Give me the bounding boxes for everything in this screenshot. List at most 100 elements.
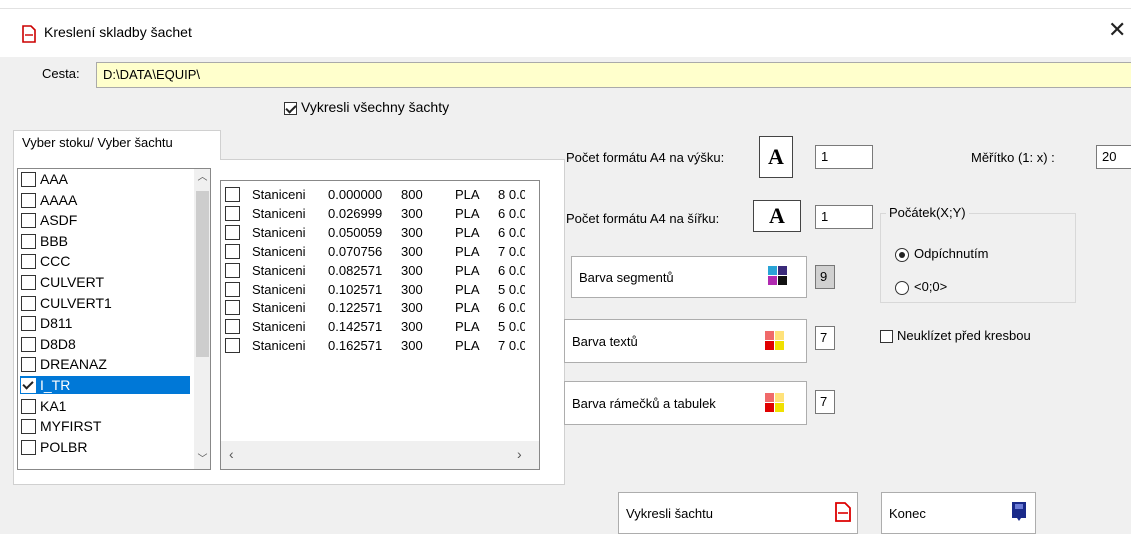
checkbox-icon[interactable] xyxy=(21,192,36,208)
checkbox-icon[interactable] xyxy=(284,101,297,115)
stoka-name: D811 xyxy=(40,315,73,332)
checkbox-icon[interactable] xyxy=(21,378,36,393)
checkbox-icon[interactable] xyxy=(225,205,240,221)
checkbox-icon[interactable] xyxy=(225,281,240,297)
end-button[interactable]: Konec xyxy=(881,492,1036,534)
stoka-list-item[interactable]: CULVERT1 xyxy=(20,294,190,312)
draw-shaft-button[interactable]: Vykresli šachtu xyxy=(618,492,858,534)
shaft-list-item[interactable]: Staniceni 0.102571 300 PLA 5 0.0 xyxy=(225,281,525,299)
checkbox-icon[interactable] xyxy=(21,213,36,229)
frame-color-button[interactable]: Barva rámečků a tabulek xyxy=(564,381,807,425)
stoka-name: D8D8 xyxy=(40,335,76,352)
stoka-list-item[interactable]: I_TR xyxy=(20,376,190,394)
a4-portrait-icon: A xyxy=(759,136,793,178)
stoka-list-item[interactable]: AAA xyxy=(20,170,190,188)
segment-color-button[interactable]: Barva segmentů xyxy=(571,256,807,298)
close-icon[interactable]: ✕ xyxy=(1108,18,1126,43)
checkbox-icon[interactable] xyxy=(21,439,36,455)
checkbox-icon[interactable] xyxy=(21,254,36,270)
text-color-value[interactable]: 7 xyxy=(815,326,835,350)
shaft-list-item[interactable]: Staniceni 0.070756 300 PLA 7 0.0 xyxy=(225,243,525,261)
shaft-cell: 300 xyxy=(401,243,423,259)
path-label: Cesta: xyxy=(42,66,80,81)
shaft-list-item[interactable]: Staniceni 0.162571 300 PLA 7 0.0 xyxy=(225,337,525,355)
shaft-cell: PLA xyxy=(455,205,480,221)
scale-input[interactable]: 20 xyxy=(1096,145,1131,169)
stoka-list-item[interactable]: ASDF xyxy=(20,211,190,229)
checkbox-icon[interactable] xyxy=(225,224,240,240)
stoka-list-item[interactable]: AAAA xyxy=(20,191,190,209)
tab-select-stoka[interactable]: Vyber stoku/ Vyber šachtu xyxy=(13,130,221,160)
shaft-cell: 0.070756 xyxy=(328,243,383,259)
checkbox-icon[interactable] xyxy=(880,330,893,344)
shaft-cell: 6 0.0 xyxy=(498,224,525,240)
shaft-list-item[interactable]: Staniceni 0.142571 300 PLA 5 0.0 xyxy=(225,318,525,336)
checkbox-icon[interactable] xyxy=(21,172,36,187)
shaft-cell: Staniceni xyxy=(252,205,306,221)
text-color-button[interactable]: Barva textů xyxy=(564,319,807,363)
stoka-name: BBB xyxy=(40,232,69,249)
shaft-list-item[interactable]: Staniceni 0.082571 300 PLA 6 0.0 xyxy=(225,262,525,280)
stoka-name: ASDF xyxy=(40,212,78,229)
origin-option-zero[interactable]: <0;0> xyxy=(895,279,947,295)
shaft-list-item[interactable]: Staniceni 0.050059 300 PLA 6 0.0 xyxy=(225,224,525,242)
shaft-cell: Staniceni xyxy=(252,187,306,202)
checkbox-icon[interactable] xyxy=(225,262,240,278)
stoka-name: CCC xyxy=(40,253,71,270)
stoka-name: I_TR xyxy=(40,377,71,393)
checkbox-icon[interactable] xyxy=(21,398,36,414)
checkbox-icon[interactable] xyxy=(225,319,240,335)
checkbox-icon[interactable] xyxy=(21,357,36,373)
shaft-cell: 0.000000 xyxy=(328,187,383,202)
radio-icon[interactable] xyxy=(895,247,909,262)
shaft-list[interactable]: Staniceni 0.000000 800 PLA 8 0.0 Staniceni 0.0… xyxy=(220,180,540,470)
checkbox-icon[interactable] xyxy=(21,233,36,249)
chevron-right-icon[interactable]: › xyxy=(517,446,522,462)
stoka-list-scrollbar[interactable]: ︿ ﹀ xyxy=(194,169,210,469)
stoka-list-item[interactable]: MYFIRST xyxy=(20,417,190,435)
stoka-list-item[interactable]: D8D8 xyxy=(20,335,190,353)
stoka-list-item[interactable]: CULVERT xyxy=(20,273,190,291)
stoka-list-item[interactable]: DREANAZ xyxy=(20,355,190,373)
stoka-list-item[interactable]: POLBR xyxy=(20,438,190,456)
shaft-cell: Staniceni xyxy=(252,243,306,259)
shaft-list-item[interactable]: Staniceni 0.000000 800 PLA 8 0.0 xyxy=(225,186,525,204)
chevron-left-icon[interactable]: ‹ xyxy=(229,446,234,462)
shaft-cell: 7 0.0 xyxy=(498,338,525,354)
stoka-list-item[interactable]: BBB xyxy=(20,232,190,250)
color-palette-icon xyxy=(768,266,788,286)
origin-option-pick[interactable]: Odpíchnutím xyxy=(895,246,988,262)
checkbox-icon[interactable] xyxy=(21,419,36,435)
scroll-thumb[interactable] xyxy=(196,191,209,357)
radio-icon[interactable] xyxy=(895,280,909,295)
checkbox-icon[interactable] xyxy=(21,295,36,311)
checkbox-icon[interactable] xyxy=(21,316,36,332)
segment-color-value[interactable]: 9 xyxy=(815,265,835,289)
checkbox-icon[interactable] xyxy=(21,275,36,290)
shaft-list-item[interactable]: Staniceni 0.122571 300 PLA 6 0.0 xyxy=(225,299,525,317)
checkbox-icon[interactable] xyxy=(225,300,240,316)
chevron-up-icon[interactable]: ︿ xyxy=(194,169,210,187)
stoka-name: CULVERT1 xyxy=(40,294,112,311)
shaft-list-hscrollbar[interactable]: ‹ › xyxy=(221,441,539,469)
stoka-list-item[interactable]: D811 xyxy=(20,314,190,332)
shaft-cell: 300 xyxy=(401,281,423,297)
path-field[interactable]: D:\DATA\EQUIP\ xyxy=(96,62,1131,88)
checkbox-icon[interactable] xyxy=(225,338,240,354)
draw-all-checkbox[interactable]: Vykresli všechny šachty xyxy=(284,99,449,115)
shaft-list-item[interactable]: Staniceni 0.026999 300 PLA 6 0.0 xyxy=(225,205,525,223)
shaft-cell: PLA xyxy=(455,300,480,316)
checkbox-icon[interactable] xyxy=(225,187,240,202)
window-top-edge xyxy=(0,0,1131,9)
no-clear-checkbox[interactable]: Neuklízet před kresbou xyxy=(880,328,1031,344)
checkbox-icon[interactable] xyxy=(225,243,240,259)
stoka-list-item[interactable]: CCC xyxy=(20,252,190,270)
a4-height-input[interactable]: 1 xyxy=(815,145,873,169)
a4-width-input[interactable]: 1 xyxy=(815,205,873,229)
stoka-list-item[interactable]: KA1 xyxy=(20,397,190,415)
checkbox-icon[interactable] xyxy=(21,336,36,352)
frame-color-value[interactable]: 7 xyxy=(815,390,835,414)
stoka-list[interactable]: AAA AAAA ASDF BBB CCC CULVERT CULVERT1 D811 D8D8… xyxy=(17,168,211,470)
chevron-down-icon[interactable]: ﹀ xyxy=(194,451,210,469)
scale-label: Měřítko (1: x) : xyxy=(971,150,1055,165)
